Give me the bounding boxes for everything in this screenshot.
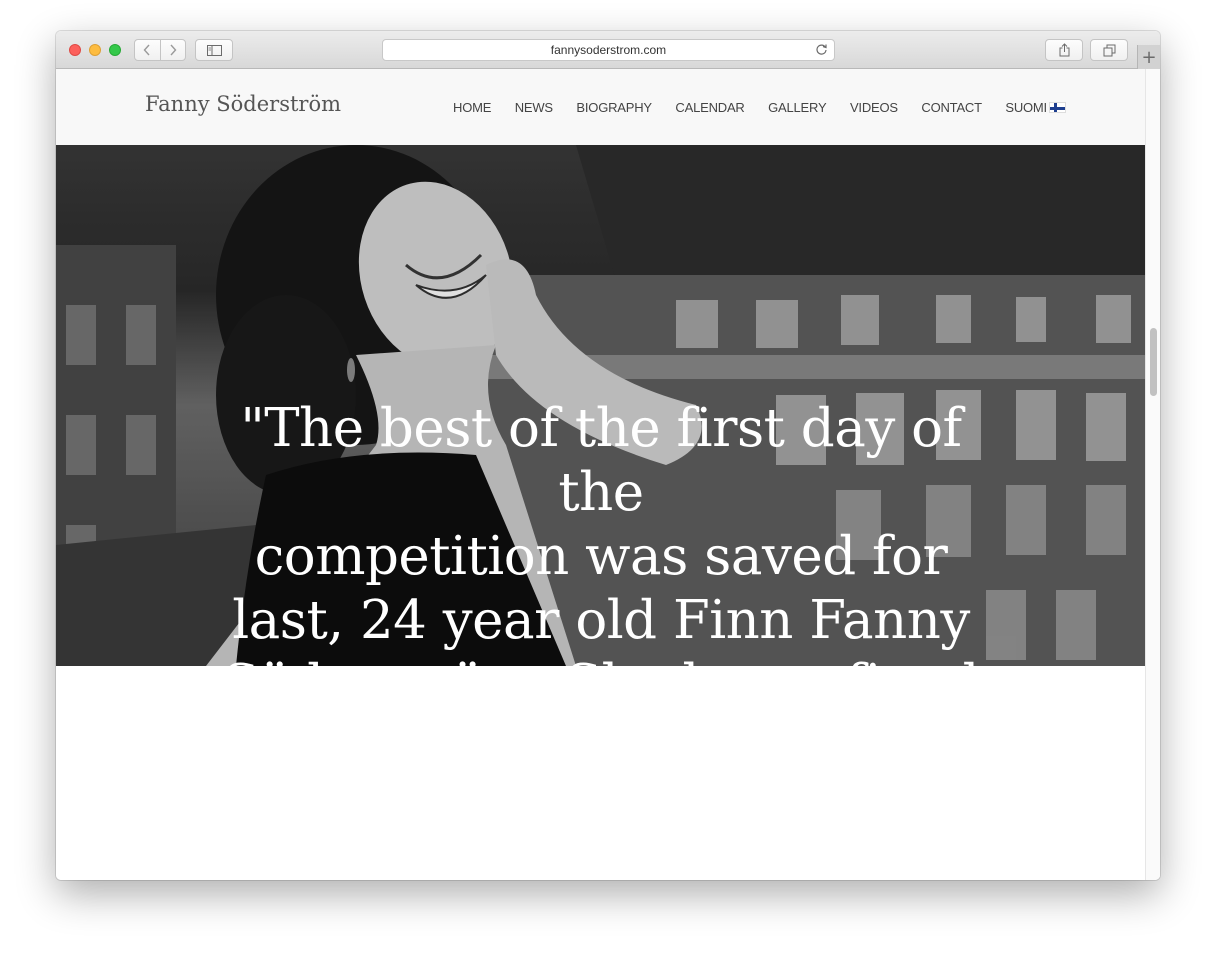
finland-flag-icon[interactable] — [1048, 102, 1066, 113]
share-button[interactable] — [1045, 39, 1083, 61]
scrollbar-thumb[interactable] — [1150, 328, 1157, 396]
new-tab-button[interactable]: + — [1137, 45, 1160, 69]
hero-quote: "The best of the first day of the compet… — [206, 397, 996, 666]
zoom-window-button[interactable] — [109, 44, 121, 56]
sidebar-icon — [206, 44, 222, 56]
share-icon — [1059, 43, 1069, 57]
address-bar[interactable]: fannysoderstrom.com — [382, 39, 835, 61]
nav-videos[interactable]: VIDEOS — [850, 100, 898, 115]
nav-contact[interactable]: CONTACT — [921, 100, 982, 115]
nav-news[interactable]: NEWS — [515, 100, 553, 115]
tab-overview-button[interactable] — [1090, 39, 1128, 61]
nav-calendar[interactable]: CALENDAR — [675, 100, 744, 115]
history-navigation — [134, 39, 186, 61]
quote-line: "The best of the first day of the — [240, 398, 962, 523]
chevron-left-icon — [143, 44, 150, 56]
quote-line: last, 24 year old Finn Fanny — [232, 590, 970, 651]
nav-gallery[interactable]: GALLERY — [768, 100, 827, 115]
hero-banner: "The best of the first day of the compet… — [56, 145, 1145, 666]
nav-home[interactable]: HOME — [453, 100, 491, 115]
forward-button[interactable] — [159, 40, 186, 60]
minimize-window-button[interactable] — [89, 44, 101, 56]
reload-button[interactable] — [815, 43, 828, 61]
plus-icon: + — [1141, 46, 1157, 68]
quote-line: Söderström. She has refined — [206, 653, 996, 666]
quote-line: competition was saved for — [254, 526, 948, 587]
browser-window: fannysoderstrom.com + Fanny Söderström H… — [56, 31, 1160, 880]
back-button[interactable] — [135, 40, 160, 60]
nav-biography[interactable]: BIOGRAPHY — [576, 100, 652, 115]
url-text: fannysoderstrom.com — [550, 43, 667, 57]
sidebar-button[interactable] — [195, 39, 233, 61]
tabs-overview-icon — [1103, 44, 1115, 56]
nav-suomi[interactable]: SUOMI — [1005, 100, 1047, 115]
reload-icon — [816, 44, 827, 55]
close-window-button[interactable] — [69, 44, 81, 56]
chevron-right-icon — [170, 44, 177, 56]
browser-toolbar: fannysoderstrom.com + — [56, 31, 1160, 69]
site-header: Fanny Söderström HOME NEWS BIOGRAPHY CAL… — [56, 69, 1145, 146]
site-title[interactable]: Fanny Söderström — [145, 92, 341, 116]
web-page: Fanny Söderström HOME NEWS BIOGRAPHY CAL… — [56, 69, 1160, 880]
page-scrollbar[interactable] — [1145, 69, 1160, 880]
main-nav: HOME NEWS BIOGRAPHY CALENDAR GALLERY VID… — [453, 100, 1066, 115]
